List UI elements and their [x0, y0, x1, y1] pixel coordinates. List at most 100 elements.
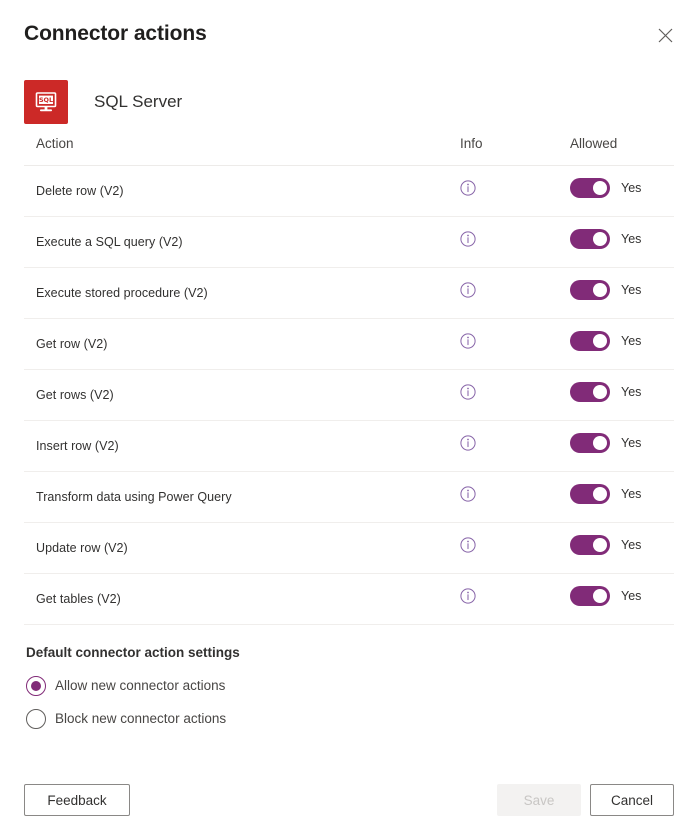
radio-button[interactable] — [26, 709, 46, 729]
allowed-toggle-wrap: Yes — [570, 433, 674, 453]
allowed-toggle-wrap: Yes — [570, 280, 674, 300]
radio-option-block[interactable]: Block new connector actions — [26, 702, 674, 735]
info-circle-icon[interactable] — [460, 384, 476, 400]
allowed-toggle[interactable] — [570, 433, 610, 453]
action-name-cell: Insert row (V2) — [24, 421, 430, 472]
column-header-allowed: Allowed — [540, 128, 674, 166]
save-button[interactable]: Save — [497, 784, 581, 816]
allowed-toggle-label: Yes — [621, 436, 641, 450]
svg-text:SQL: SQL — [39, 96, 53, 104]
table-row: Get tables (V2) Yes — [24, 574, 674, 625]
default-action-radio-group[interactable]: Allow new connector actions Block new con… — [26, 669, 674, 735]
info-circle-icon[interactable] — [460, 435, 476, 451]
allowed-toggle[interactable] — [570, 331, 610, 351]
allowed-toggle-label: Yes — [621, 283, 641, 297]
toggle-knob — [593, 232, 607, 246]
sql-server-icon: SQL — [24, 80, 68, 124]
action-name-cell: Execute a SQL query (V2) — [24, 217, 430, 268]
toggle-knob — [593, 436, 607, 450]
info-cell — [430, 217, 540, 268]
table-row: Get rows (V2) Yes — [24, 370, 674, 421]
action-name-cell: Get tables (V2) — [24, 574, 430, 625]
radio-label: Allow new connector actions — [55, 678, 225, 693]
close-icon — [658, 28, 673, 43]
allowed-cell: Yes — [540, 574, 674, 625]
allowed-cell: Yes — [540, 217, 674, 268]
allowed-cell: Yes — [540, 523, 674, 574]
info-cell — [430, 523, 540, 574]
toggle-knob — [593, 283, 607, 297]
allowed-toggle[interactable] — [570, 280, 610, 300]
info-cell — [430, 472, 540, 523]
allowed-toggle[interactable] — [570, 178, 610, 198]
allowed-cell: Yes — [540, 472, 674, 523]
connector-name: SQL Server — [94, 91, 182, 113]
default-settings-section: Default connector action settings Allow … — [0, 625, 698, 735]
allowed-cell: Yes — [540, 319, 674, 370]
radio-label: Block new connector actions — [55, 711, 226, 726]
actions-table: Action Info Allowed Delete row (V2)YesEx… — [24, 128, 674, 625]
info-cell — [430, 574, 540, 625]
allowed-toggle[interactable] — [570, 586, 610, 606]
allowed-toggle-wrap: Yes — [570, 178, 674, 198]
toggle-knob — [593, 385, 607, 399]
radio-option-allow[interactable]: Allow new connector actions — [26, 669, 674, 702]
table-row: Execute stored procedure (V2) Yes — [24, 268, 674, 319]
allowed-toggle-label: Yes — [621, 487, 641, 501]
action-name-cell: Execute stored procedure (V2) — [24, 268, 430, 319]
allowed-toggle-wrap: Yes — [570, 586, 674, 606]
toggle-knob — [593, 334, 607, 348]
allowed-cell: Yes — [540, 421, 674, 472]
allowed-cell: Yes — [540, 268, 674, 319]
allowed-cell: Yes — [540, 370, 674, 421]
action-name-cell: Get rows (V2) — [24, 370, 430, 421]
table-row: Execute a SQL query (V2) Yes — [24, 217, 674, 268]
info-circle-icon[interactable] — [460, 282, 476, 298]
connector-identity: SQL SQL Server — [0, 62, 698, 128]
info-cell — [430, 370, 540, 421]
table-row: Insert row (V2) Yes — [24, 421, 674, 472]
radio-button[interactable] — [26, 676, 46, 696]
toggle-knob — [593, 538, 607, 552]
action-name-cell: Update row (V2) — [24, 523, 430, 574]
allowed-toggle-label: Yes — [621, 232, 641, 246]
info-circle-icon[interactable] — [460, 180, 476, 196]
allowed-toggle-label: Yes — [621, 385, 641, 399]
allowed-toggle-label: Yes — [621, 334, 641, 348]
info-circle-icon[interactable] — [460, 537, 476, 553]
column-header-action: Action — [24, 128, 430, 166]
allowed-toggle[interactable] — [570, 484, 610, 504]
actions-table-container: Action Info Allowed Delete row (V2)YesEx… — [0, 128, 698, 625]
allowed-toggle-wrap: Yes — [570, 484, 674, 504]
info-circle-icon[interactable] — [460, 231, 476, 247]
toggle-knob — [593, 181, 607, 195]
table-header-row: Action Info Allowed — [24, 128, 674, 166]
info-circle-icon[interactable] — [460, 486, 476, 502]
allowed-cell: Yes — [540, 166, 674, 217]
allowed-toggle[interactable] — [570, 382, 610, 402]
info-circle-icon[interactable] — [460, 333, 476, 349]
action-name-cell: Delete row (V2) — [24, 166, 430, 217]
info-cell — [430, 319, 540, 370]
info-cell — [430, 268, 540, 319]
table-header: Action Info Allowed — [24, 128, 674, 166]
allowed-toggle-label: Yes — [621, 181, 641, 195]
allowed-toggle[interactable] — [570, 229, 610, 249]
close-button[interactable] — [650, 20, 680, 50]
allowed-toggle-wrap: Yes — [570, 535, 674, 555]
action-name-cell: Get row (V2) — [24, 319, 430, 370]
feedback-button[interactable]: Feedback — [24, 784, 130, 816]
allowed-toggle-label: Yes — [621, 538, 641, 552]
cancel-button[interactable]: Cancel — [590, 784, 674, 816]
info-cell — [430, 421, 540, 472]
toggle-knob — [593, 487, 607, 501]
dialog-footer: Feedback Save Cancel — [0, 769, 698, 831]
allowed-toggle[interactable] — [570, 535, 610, 555]
table-row: Update row (V2) Yes — [24, 523, 674, 574]
panel-header: Connector actions — [0, 0, 698, 62]
info-circle-icon[interactable] — [460, 588, 476, 604]
allowed-toggle-wrap: Yes — [570, 382, 674, 402]
allowed-toggle-label: Yes — [621, 589, 641, 603]
table-body: Delete row (V2)YesExecute a SQL query (V… — [24, 166, 674, 625]
table-row: Delete row (V2) Yes — [24, 166, 674, 217]
